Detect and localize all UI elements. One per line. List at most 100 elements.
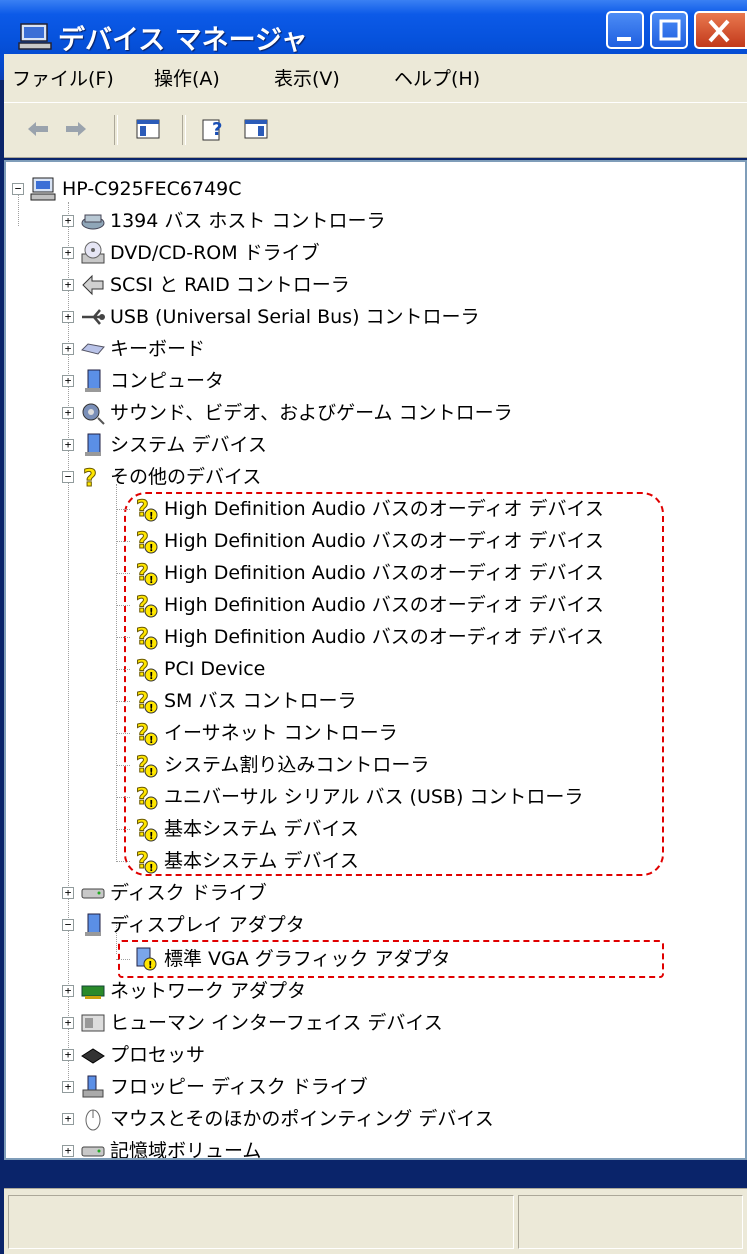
device-item[interactable]: ?! High Definition Audio バスのオーディオ デバイス <box>6 494 706 524</box>
menu-file[interactable]: ファイル(F) <box>12 64 114 91</box>
expand-toggle[interactable]: + <box>62 1113 74 1125</box>
expand-toggle[interactable]: + <box>62 1145 74 1157</box>
svg-text:?: ? <box>83 464 97 490</box>
expand-toggle[interactable]: + <box>62 439 74 451</box>
tree-item-computer[interactable]: + コンピュータ <box>6 366 706 396</box>
tree-item-storage-volumes[interactable]: + 記憶域ボリューム <box>6 1136 706 1160</box>
device-item[interactable]: ?! 基本システム デバイス <box>6 814 706 844</box>
expand-toggle[interactable]: + <box>62 1081 74 1093</box>
tree-item-other-devices[interactable]: − ? その他のデバイス <box>6 462 706 492</box>
tree-item-usb[interactable]: + USB (Universal Serial Bus) コントローラ <box>6 302 706 332</box>
menu-action[interactable]: 操作(A) <box>154 64 220 91</box>
expand-toggle[interactable]: + <box>62 311 74 323</box>
tree-item-keyboard[interactable]: + キーボード <box>6 334 706 364</box>
category-label: マウスとそのほかのポインティング デバイス <box>110 1108 494 1130</box>
svg-text:!: ! <box>149 831 154 842</box>
sound-icon <box>82 403 105 425</box>
device-label: High Definition Audio バスのオーディオ デバイス <box>164 562 604 584</box>
system-device-icon <box>85 433 101 456</box>
status-pane-main <box>8 1195 514 1249</box>
maximize-button[interactable] <box>650 11 688 49</box>
tree-item-processor[interactable]: + プロセッサ <box>6 1040 706 1070</box>
category-label: ヒューマン インターフェイス デバイス <box>110 1012 443 1034</box>
expand-toggle[interactable]: + <box>62 1017 74 1029</box>
close-button[interactable] <box>694 11 747 49</box>
category-label: フロッピー ディスク ドライブ <box>110 1076 368 1098</box>
expand-toggle[interactable]: + <box>62 343 74 355</box>
back-arrow-icon[interactable] <box>24 115 52 143</box>
tree-item-network[interactable]: + ネットワーク アダプタ <box>6 976 706 1006</box>
tree-item-disk-drives[interactable]: + ディスク ドライブ <box>6 878 706 908</box>
status-bar <box>4 1188 747 1254</box>
tree-item-mouse[interactable]: + マウスとそのほかのポインティング デバイス <box>6 1104 706 1134</box>
show-hide-console-tree-icon[interactable] <box>134 115 162 143</box>
properties-help-icon[interactable]: ? <box>200 115 228 143</box>
expand-toggle[interactable]: + <box>62 247 74 259</box>
device-item[interactable]: ?! 基本システム デバイス <box>6 846 706 876</box>
device-label: SM バス コントローラ <box>164 690 357 712</box>
tree-connector <box>116 669 130 670</box>
device-item[interactable]: ?! ユニバーサル シリアル バス (USB) コントローラ <box>6 782 706 812</box>
collapse-toggle[interactable]: − <box>62 471 74 483</box>
svg-text:!: ! <box>149 543 154 554</box>
tree-item-scsi[interactable]: + SCSI と RAID コントローラ <box>6 270 706 300</box>
mouse-icon <box>85 1109 101 1131</box>
svg-text:!: ! <box>149 735 154 746</box>
device-item[interactable]: ?! High Definition Audio バスのオーディオ デバイス <box>6 590 706 620</box>
category-label: ディスプレイ アダプタ <box>110 914 305 936</box>
tree-root[interactable]: − HP-C925FEC6749C <box>6 174 606 204</box>
device-item[interactable]: ?! SM バス コントローラ <box>6 686 706 716</box>
tree-connector <box>116 797 130 798</box>
collapse-toggle[interactable]: − <box>62 919 74 931</box>
tree-item-dvd[interactable]: + DVD/CD-ROM ドライブ <box>6 238 706 268</box>
menu-bar: ファイル(F) 操作(A) 表示(V) ヘルプ(H) <box>4 54 747 102</box>
device-item[interactable]: ?! High Definition Audio バスのオーディオ デバイス <box>6 558 706 588</box>
svg-text:!: ! <box>149 639 154 650</box>
cdrom-icon <box>81 241 105 264</box>
tree-item-sound[interactable]: + サウンド、ビデオ、およびゲーム コントローラ <box>6 398 706 428</box>
minimize-button[interactable] <box>606 11 644 49</box>
toolbar-separator <box>114 115 118 145</box>
tree-item-display-adapters[interactable]: − ディスプレイ アダプタ <box>6 910 706 940</box>
warning-unknown-icon: ?! <box>136 657 158 682</box>
expand-toggle[interactable]: + <box>62 887 74 899</box>
tree-item-system-devices[interactable]: + システム デバイス <box>6 430 706 460</box>
processor-icon <box>81 1048 105 1064</box>
tree-connector <box>116 959 130 960</box>
computer-icon <box>30 177 56 201</box>
forward-arrow-icon[interactable] <box>62 115 90 143</box>
menu-view[interactable]: 表示(V) <box>274 64 340 91</box>
device-item[interactable]: ?! High Definition Audio バスのオーディオ デバイス <box>6 526 706 556</box>
expand-toggle[interactable]: + <box>62 1049 74 1061</box>
category-label: コンピュータ <box>110 370 225 392</box>
network-adapter-icon <box>81 985 105 999</box>
expand-toggle[interactable]: + <box>62 985 74 997</box>
category-label: 記憶域ボリューム <box>110 1140 262 1160</box>
device-label: High Definition Audio バスのオーディオ デバイス <box>164 626 604 648</box>
menu-help[interactable]: ヘルプ(H) <box>394 64 480 91</box>
expand-toggle[interactable]: + <box>62 279 74 291</box>
tree-item-1394[interactable]: + 1394 バス ホスト コントローラ <box>6 206 706 236</box>
device-item[interactable]: ?! イーサネット コントローラ <box>6 718 706 748</box>
device-manager-window: デバイス マネージャ ファイル(F) 操作(A) 表示(V) ヘルプ(H) ? <box>0 0 747 1254</box>
tree-connector <box>116 701 130 702</box>
warning-unknown-icon: ?! <box>136 593 158 618</box>
device-item[interactable]: ?! PCI Device <box>6 654 706 684</box>
svg-text:!: ! <box>149 671 154 682</box>
show-action-pane-icon[interactable] <box>242 115 270 143</box>
expand-toggle[interactable]: + <box>62 215 74 227</box>
device-item-vga[interactable]: ! 標準 VGA グラフィック アダプタ <box>6 944 706 974</box>
expand-toggle[interactable]: + <box>62 407 74 419</box>
collapse-toggle[interactable]: − <box>12 183 24 195</box>
tree-item-hid[interactable]: + ヒューマン インターフェイス デバイス <box>6 1008 706 1038</box>
expand-toggle[interactable]: + <box>62 375 74 387</box>
maximize-icon <box>659 19 681 41</box>
tree-item-floppy[interactable]: + フロッピー ディスク ドライブ <box>6 1072 706 1102</box>
device-tree[interactable]: − HP-C925FEC6749C + 1394 バス ホスト コントローラ +… <box>4 160 747 1160</box>
warning-unknown-icon: ?! <box>136 561 158 586</box>
device-label: 基本システム デバイス <box>164 818 359 840</box>
device-item[interactable]: ?! High Definition Audio バスのオーディオ デバイス <box>6 622 706 652</box>
tree-connector <box>116 733 130 734</box>
device-item[interactable]: ?! システム割り込みコントローラ <box>6 750 706 780</box>
floppy-icon <box>82 1075 104 1098</box>
